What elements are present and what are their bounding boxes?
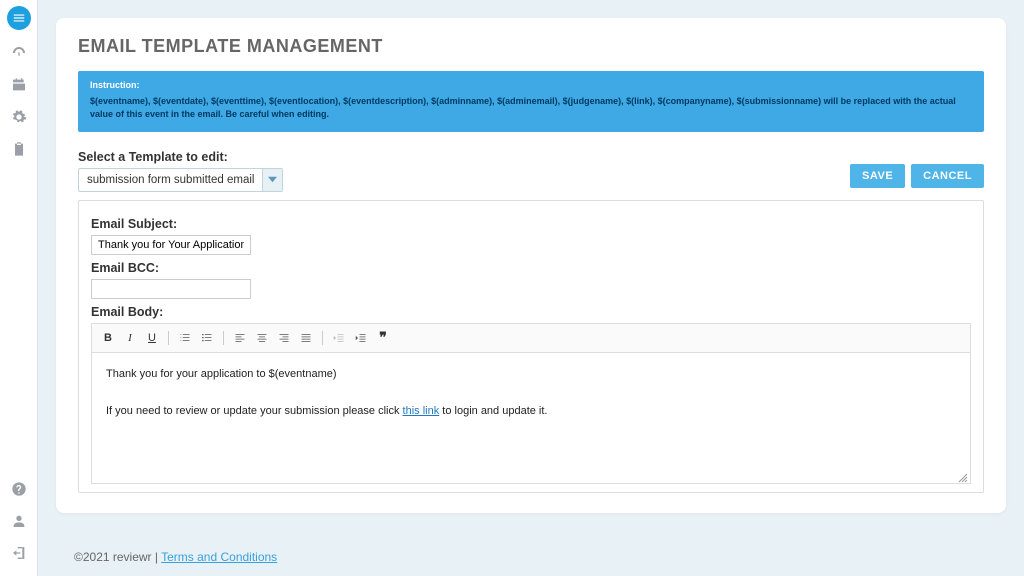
template-select-value: submission form submitted email bbox=[79, 174, 262, 186]
align-left-button[interactable] bbox=[231, 329, 249, 347]
underline-button[interactable]: U bbox=[143, 329, 161, 347]
quote-button[interactable]: ❞ bbox=[374, 329, 392, 347]
clipboard-icon[interactable] bbox=[10, 140, 28, 158]
editor-line: Thank you for your application to $(even… bbox=[106, 365, 956, 384]
template-select-label: Select a Template to edit: bbox=[78, 150, 283, 164]
indent-button[interactable] bbox=[352, 329, 370, 347]
main-area: EMAIL TEMPLATE MANAGEMENT Instruction: $… bbox=[38, 0, 1024, 576]
editor-link[interactable]: this link bbox=[403, 405, 440, 417]
editor-body[interactable]: Thank you for your application to $(even… bbox=[92, 353, 970, 483]
ordered-list-button[interactable] bbox=[176, 329, 194, 347]
align-justify-button[interactable] bbox=[297, 329, 315, 347]
card: EMAIL TEMPLATE MANAGEMENT Instruction: $… bbox=[56, 18, 1006, 513]
bcc-label: Email BCC: bbox=[91, 261, 971, 275]
user-icon[interactable] bbox=[10, 512, 28, 530]
bold-button[interactable]: B bbox=[99, 329, 117, 347]
instructions-title: Instruction: bbox=[90, 79, 972, 93]
unordered-list-button[interactable] bbox=[198, 329, 216, 347]
edit-panel: Email Subject: Email BCC: Email Body: B … bbox=[78, 200, 984, 493]
instructions-body: $(eventname), $(eventdate), $(eventtime)… bbox=[90, 96, 956, 120]
subject-input[interactable] bbox=[91, 235, 251, 255]
toolbar-separator bbox=[168, 331, 169, 345]
save-button[interactable]: SAVE bbox=[850, 164, 905, 188]
gear-icon[interactable] bbox=[10, 108, 28, 126]
body-label: Email Body: bbox=[91, 305, 971, 319]
editor-text: to login and update it. bbox=[439, 405, 547, 417]
rich-text-editor: B I U bbox=[91, 323, 971, 484]
toolbar-separator bbox=[322, 331, 323, 345]
italic-button[interactable]: I bbox=[121, 329, 139, 347]
editor-toolbar: B I U bbox=[92, 324, 970, 353]
calendar-icon[interactable] bbox=[10, 76, 28, 94]
brand-logo[interactable] bbox=[7, 6, 31, 30]
bcc-input[interactable] bbox=[91, 279, 251, 299]
footer-copyright: ©2021 reviewr | bbox=[74, 550, 161, 564]
terms-link[interactable]: Terms and Conditions bbox=[161, 550, 277, 564]
chevron-down-icon bbox=[262, 169, 282, 191]
template-select[interactable]: submission form submitted email bbox=[78, 168, 283, 192]
help-icon[interactable] bbox=[10, 480, 28, 498]
subject-label: Email Subject: bbox=[91, 217, 971, 231]
align-right-button[interactable] bbox=[275, 329, 293, 347]
instructions-banner: Instruction: $(eventname), $(eventdate),… bbox=[78, 71, 984, 132]
sidebar bbox=[0, 0, 38, 576]
outdent-button[interactable] bbox=[330, 329, 348, 347]
logout-icon[interactable] bbox=[10, 544, 28, 562]
toolbar-separator bbox=[223, 331, 224, 345]
resize-handle[interactable] bbox=[958, 471, 968, 481]
dashboard-icon[interactable] bbox=[10, 44, 28, 62]
align-center-button[interactable] bbox=[253, 329, 271, 347]
editor-text: If you need to review or update your sub… bbox=[106, 405, 403, 417]
cancel-button[interactable]: CANCEL bbox=[911, 164, 984, 188]
footer: ©2021 reviewr | Terms and Conditions bbox=[56, 538, 1006, 576]
page-title: EMAIL TEMPLATE MANAGEMENT bbox=[78, 36, 984, 57]
